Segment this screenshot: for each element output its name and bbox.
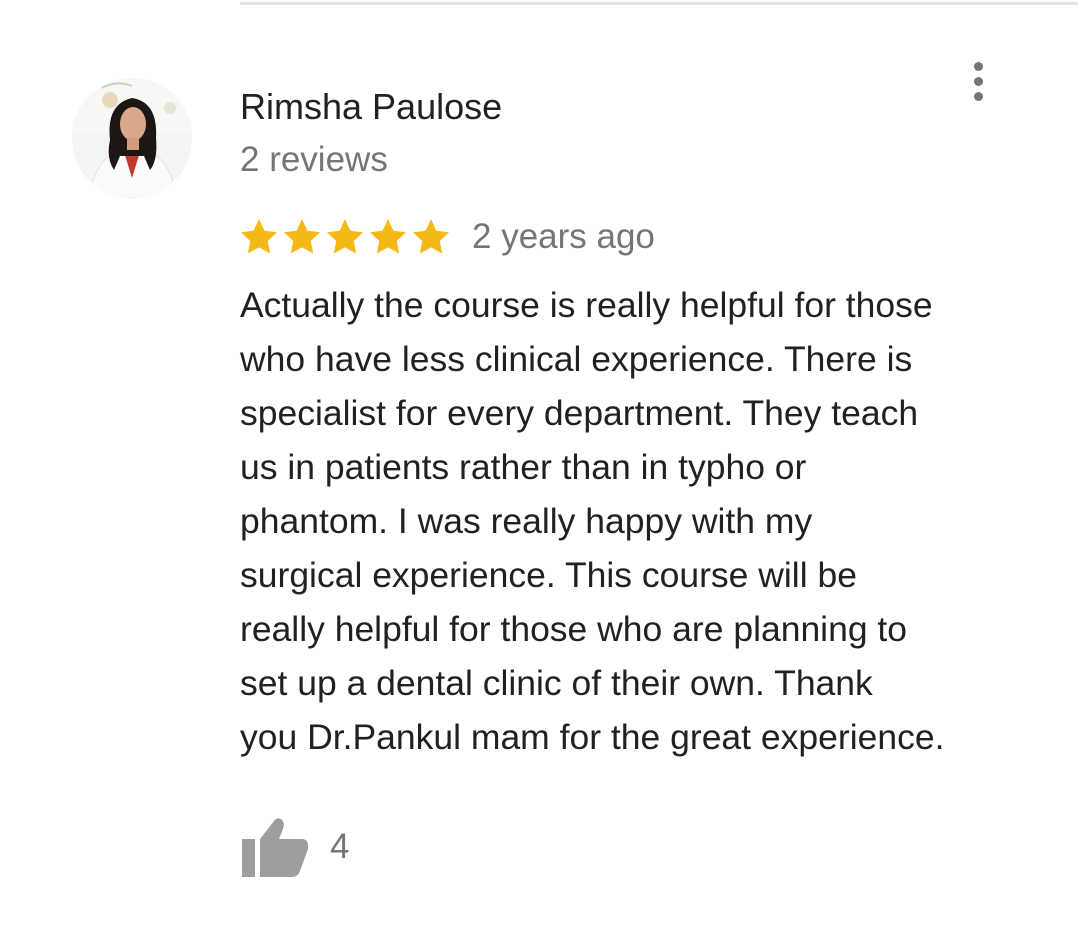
star-icon bbox=[324, 216, 366, 258]
review-text-line: really helpful for those who are plannin… bbox=[240, 609, 908, 649]
review-text-line: specialist for every department. They te… bbox=[240, 393, 919, 433]
star-icon bbox=[238, 216, 280, 258]
review-text-line: us in patients rather than in typho or bbox=[240, 447, 807, 487]
avatar-photo-icon bbox=[72, 78, 192, 198]
review-text-line: surgical experience. This course will be bbox=[240, 555, 857, 595]
helpful-count: 4 bbox=[330, 827, 350, 866]
review-date: 2 years ago bbox=[472, 217, 655, 256]
star-rating bbox=[238, 216, 452, 258]
star-icon bbox=[410, 216, 452, 258]
thumb-up-icon[interactable] bbox=[240, 815, 310, 879]
star-icon bbox=[367, 216, 409, 258]
reviewer-review-count: 2 reviews bbox=[240, 140, 388, 179]
rating-row: 2 years ago bbox=[238, 212, 655, 262]
top-divider bbox=[240, 2, 1078, 5]
more-vert-icon-dot bbox=[973, 91, 983, 101]
review-text-line: set up a dental clinic of their own. Tha… bbox=[240, 663, 873, 703]
review-text-line: you Dr.Pankul mam for the great experien… bbox=[240, 717, 945, 757]
review-text-line: who have less clinical experience. There… bbox=[240, 339, 913, 379]
review-text-line: phantom. I was really happy with my bbox=[240, 501, 813, 541]
more-vert-icon bbox=[973, 61, 983, 71]
reviewer-name[interactable]: Rimsha Paulose bbox=[240, 85, 502, 129]
star-icon bbox=[281, 216, 323, 258]
more-vert-icon-dot bbox=[973, 76, 983, 86]
review-text: Actually the course is really helpful fo… bbox=[240, 278, 1040, 764]
review-text-line: Actually the course is really helpful fo… bbox=[240, 285, 933, 325]
more-options-button[interactable] bbox=[958, 56, 998, 106]
reviewer-avatar[interactable] bbox=[72, 78, 192, 198]
helpful-row: 4 bbox=[240, 812, 349, 882]
